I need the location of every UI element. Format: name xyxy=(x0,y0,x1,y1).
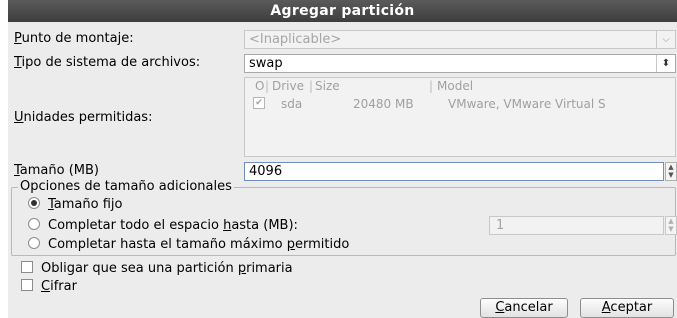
drive-row[interactable]: ✔ sda 20480 MB VMware, VMware Virtual S xyxy=(245,96,675,112)
primary-partition-checkbox[interactable]: Obligar que sea una partición primaria xyxy=(21,261,293,276)
size-options-title: Opciones de tamaño adicionales xyxy=(18,179,234,194)
radio-fill-max[interactable]: Completar hasta el tamaño máximo permiti… xyxy=(28,237,349,252)
radio-fill-up-to[interactable]: Completar todo el espacio hasta (MB): xyxy=(28,218,298,233)
radio-fixed-size[interactable]: Tamaño fijo xyxy=(28,197,122,212)
drive-size: 20480 MB xyxy=(353,97,414,111)
drives-list[interactable]: O | Drive | Size | Model ✔ sda 20480 MB … xyxy=(244,77,676,157)
dialog-title: Agregar partición xyxy=(8,0,677,22)
header-model[interactable]: Model xyxy=(437,78,473,94)
updown-arrows-icon: ⬍ xyxy=(656,55,675,72)
fs-type-label: Tipo de sistema de archivos: xyxy=(14,55,201,70)
encrypt-checkbox[interactable]: Cifrar xyxy=(21,279,77,294)
size-spin-icon[interactable]: ▲ ▼ xyxy=(665,162,677,181)
drive-name: sda xyxy=(281,97,303,111)
cancel-button[interactable]: Cancelar xyxy=(480,298,568,318)
size-label: Tamaño (MB) xyxy=(14,163,99,178)
checkbox-icon[interactable] xyxy=(21,261,33,273)
drives-header: O | Drive | Size | Model xyxy=(255,78,474,94)
mount-point-combo[interactable]: <Inaplicable> ⌵ xyxy=(244,30,676,49)
radio-off-icon[interactable] xyxy=(28,237,40,249)
chevron-down-icon: ⌵ xyxy=(656,31,675,48)
fs-type-combo[interactable]: swap ⬍ xyxy=(244,54,676,73)
mount-point-value: <Inaplicable> xyxy=(249,32,342,47)
radio-on-icon[interactable] xyxy=(28,197,40,209)
drive-model: VMware, VMware Virtual S xyxy=(448,97,606,111)
checkbox-icon[interactable] xyxy=(21,279,33,291)
fs-type-value: swap xyxy=(249,56,283,71)
drives-label: Unidades permitidas: xyxy=(14,110,153,125)
mount-point-label: Punto de montaje: xyxy=(14,31,134,46)
header-check[interactable]: O xyxy=(255,78,264,94)
accept-button[interactable]: Aceptar xyxy=(580,298,674,318)
max-size-input[interactable]: 1 xyxy=(489,216,664,235)
max-size-spin-icon[interactable]: ▲ ▼ xyxy=(665,216,677,235)
radio-off-icon[interactable] xyxy=(28,218,40,230)
add-partition-dialog: Agregar partición Punto de montaje: <Ina… xyxy=(8,0,677,318)
size-input[interactable]: 4096 xyxy=(244,162,664,181)
header-size[interactable]: Size xyxy=(315,78,340,94)
header-drive[interactable]: Drive xyxy=(272,78,304,94)
drive-checkbox[interactable]: ✔ xyxy=(253,97,265,109)
